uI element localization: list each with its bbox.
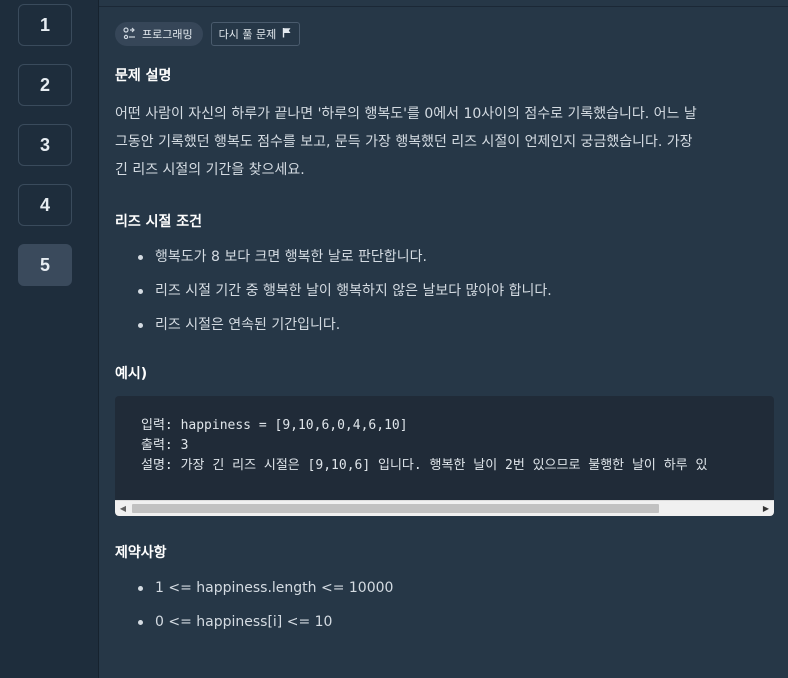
constraints-list: 1 <= happiness.length <= 10000 0 <= happ… [115, 578, 393, 646]
problem-description: 어떤 사람이 자신의 하루가 끝나면 '하루의 행복도'를 0에서 10사이의 … [115, 100, 775, 184]
conditions-list: 행복도가 8 보다 크면 행복한 날로 판단합니다. 리즈 시절 기간 중 행복… [115, 247, 552, 349]
conditions-heading: 리즈 시절 조건 [115, 214, 203, 230]
question-button-2[interactable]: 2 [18, 64, 72, 106]
retry-problem-label: 다시 풀 문제 [218, 28, 277, 41]
example-input-line: 입력: happiness = [9,10,6,0,4,6,10] [141, 418, 408, 433]
question-button-3[interactable]: 3 [18, 124, 72, 166]
top-divider [99, 0, 788, 7]
example-code-block[interactable]: 입력: happiness = [9,10,6,0,4,6,10] 출력: 3 설명… [115, 396, 774, 516]
condition-item: 리즈 시절 기간 중 행복한 날이 행복하지 않은 날보다 많아야 합니다. [115, 281, 552, 315]
condition-item: 행복도가 8 보다 크면 행복한 날로 판단합니다. [115, 247, 552, 281]
horizontal-scrollbar[interactable]: ◀ ▶ [115, 500, 774, 516]
scroll-left-icon[interactable]: ◀ [115, 501, 131, 516]
question-button-1[interactable]: 1 [18, 4, 72, 46]
constraints-heading: 제약사항 [115, 545, 167, 561]
code-branch-icon [123, 26, 142, 42]
example-code: 입력: happiness = [9,10,6,0,4,6,10] 출력: 3 설명… [141, 416, 707, 476]
description-line: 어떤 사람이 자신의 하루가 끝나면 '하루의 행복도'를 0에서 10사이의 … [115, 106, 697, 122]
retry-problem-tag[interactable]: 다시 풀 문제 [210, 22, 301, 46]
example-heading: 예시) [115, 366, 148, 382]
description-line: 그동안 기록했던 행복도 점수를 보고, 문득 가장 행복했던 리즈 시절이 언… [115, 134, 693, 150]
constraint-item: 1 <= happiness.length <= 10000 [115, 578, 393, 612]
example-output-line: 출력: 3 [141, 438, 189, 453]
condition-item: 리즈 시절은 연속된 기간입니다. [115, 315, 552, 349]
programming-tag[interactable]: 프로그래밍 [115, 22, 203, 46]
flag-icon [276, 27, 292, 41]
tag-row: 프로그래밍 다시 풀 문제 [115, 22, 301, 46]
question-button-4[interactable]: 4 [18, 184, 72, 226]
scroll-right-icon[interactable]: ▶ [758, 501, 774, 516]
example-explanation-line: 설명: 가장 긴 리즈 시절은 [9,10,6] 입니다. 행복한 날이 2번 … [141, 458, 708, 473]
question-button-5[interactable]: 5 [18, 244, 72, 286]
programming-tag-label: 프로그래밍 [142, 28, 193, 41]
constraint-item: 0 <= happiness[i] <= 10 [115, 612, 393, 646]
question-sidebar: 1 2 3 4 5 [0, 0, 99, 678]
description-heading: 문제 설명 [115, 68, 172, 84]
scrollbar-thumb[interactable] [132, 504, 659, 513]
description-line: 긴 리즈 시절의 기간을 찾으세요. [115, 162, 305, 178]
